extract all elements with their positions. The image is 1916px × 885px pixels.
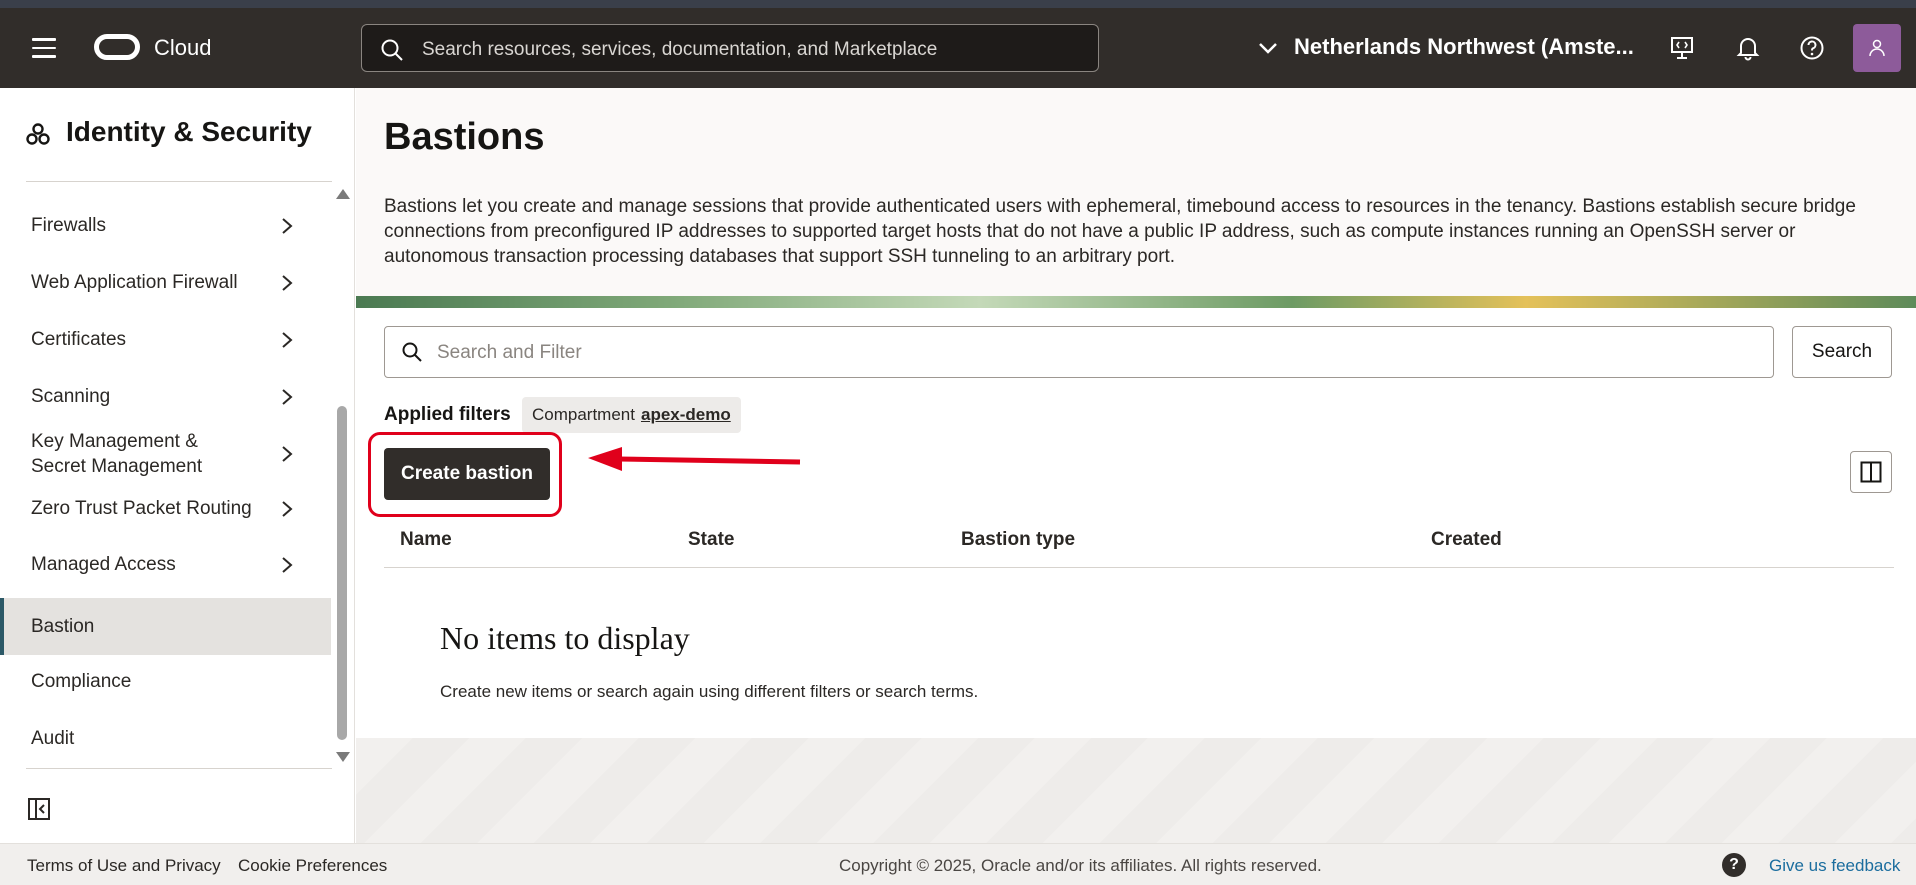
sidebar-item-web-application-firewall[interactable]: Web Application Firewall <box>0 257 331 309</box>
sidebar-item-label: Audit <box>31 728 75 749</box>
column-header-bastion-type[interactable]: Bastion type <box>961 529 1075 551</box>
top-header: Cloud Search resources, services, docume… <box>0 8 1916 88</box>
chevron-right-icon <box>282 332 293 348</box>
sidebar-item-certificates[interactable]: Certificates <box>0 314 331 366</box>
help-circle-icon[interactable]: ? <box>1722 853 1746 877</box>
sidebar-item-compliance[interactable]: Compliance <box>0 656 331 708</box>
empty-state-title: No items to display <box>440 620 690 656</box>
filter-chip-value[interactable]: apex-demo <box>641 405 731 425</box>
decorative-background <box>356 738 1916 843</box>
chevron-right-icon <box>282 389 293 405</box>
sidebar-item-label: Certificates <box>31 329 127 350</box>
applied-filters-label: Applied filters <box>384 404 511 425</box>
column-header-created[interactable]: Created <box>1431 529 1502 551</box>
cookie-preferences-link[interactable]: Cookie Preferences <box>238 856 387 876</box>
chevron-right-icon <box>282 557 293 573</box>
chevron-right-icon <box>282 501 293 517</box>
collapse-sidebar-icon[interactable] <box>28 798 50 820</box>
search-icon <box>381 39 403 61</box>
sidebar-scrollbar[interactable] <box>337 406 347 740</box>
page-title: Bastions <box>384 116 545 158</box>
search-filter-input[interactable]: Search and Filter <box>384 326 1774 378</box>
sidebar-divider <box>26 181 332 182</box>
filter-chip-compartment[interactable]: Compartment apex-demo <box>522 397 741 433</box>
page-description: Bastions let you create and manage sessi… <box>384 196 1856 267</box>
sidebar-item-label: Compliance <box>31 671 132 692</box>
sidebar-divider <box>26 768 332 769</box>
table-header: Name State Bastion type Created <box>384 508 1894 568</box>
sidebar-item-label: Zero Trust Packet Routing <box>31 498 252 519</box>
bell-icon[interactable] <box>1732 32 1764 64</box>
sidebar-item-bastion[interactable]: Bastion <box>0 598 331 655</box>
chevron-right-icon <box>282 275 293 291</box>
sidebar-item-firewalls[interactable]: Firewalls <box>0 200 331 252</box>
columns-icon <box>1860 461 1882 483</box>
sidebar-item-label: Bastion <box>31 615 95 637</box>
sidebar-item-label: Key Management & Secret Management <box>31 431 203 477</box>
sidebar-item-label: Managed Access <box>31 554 176 575</box>
menu-icon[interactable] <box>32 38 58 58</box>
main-content: Bastions Bastions let you create and man… <box>356 88 1916 843</box>
user-avatar-icon[interactable] <box>1853 24 1901 72</box>
developer-tools-icon[interactable] <box>1666 32 1698 64</box>
column-header-name[interactable]: Name <box>400 529 452 551</box>
search-button[interactable]: Search <box>1792 326 1892 378</box>
scroll-down-arrow[interactable] <box>336 752 350 762</box>
scroll-up-arrow[interactable] <box>336 189 350 199</box>
region-selector[interactable]: Netherlands Northwest (Amste... <box>1294 34 1634 60</box>
search-icon <box>402 342 422 362</box>
sidebar-item-label: Scanning <box>31 386 111 407</box>
filter-chip-key: Compartment <box>532 405 635 424</box>
terms-link[interactable]: Terms of Use and Privacy <box>27 856 221 876</box>
list-panel: Search and Filter Search Applied filters… <box>356 308 1916 738</box>
sidebar-item-audit[interactable]: Audit <box>0 713 331 765</box>
identity-security-icon <box>26 123 50 145</box>
column-header-state[interactable]: State <box>688 529 734 551</box>
oracle-logo[interactable] <box>94 34 140 60</box>
decorative-banner <box>356 296 1916 308</box>
global-search-placeholder: Search resources, services, documentatio… <box>422 39 938 60</box>
chevron-right-icon <box>282 446 293 462</box>
chevron-right-icon <box>282 218 293 234</box>
chevron-down-icon[interactable] <box>1258 42 1278 54</box>
empty-state-subtitle: Create new items or search again using d… <box>440 682 979 701</box>
search-filter-placeholder: Search and Filter <box>437 342 582 363</box>
create-bastion-button[interactable]: Create bastion <box>384 448 550 500</box>
sidebar-item-label: Web Application Firewall <box>31 272 238 293</box>
column-toggle-button[interactable] <box>1850 451 1892 493</box>
copyright-text: Copyright © 2025, Oracle and/or its affi… <box>839 856 1322 875</box>
browser-top-strip <box>0 0 1916 8</box>
sidebar-item-managed-access[interactable]: Managed Access <box>0 540 331 590</box>
sidebar-title: Identity & Security <box>66 116 312 147</box>
feedback-link[interactable]: Give us feedback <box>1769 856 1900 876</box>
sidebar-item-zero-trust-packet-routing[interactable]: Zero Trust Packet Routing <box>0 484 331 534</box>
annotation-arrow-icon <box>588 447 801 471</box>
global-search-input[interactable]: Search resources, services, documentatio… <box>361 24 1099 72</box>
sidebar: Identity & Security Firewalls Web Applic… <box>0 88 355 843</box>
brand-label[interactable]: Cloud <box>154 35 211 61</box>
sidebar-item-label: Firewalls <box>31 215 106 236</box>
sidebar-item-key-management[interactable]: Key Management & Secret Management <box>0 426 331 482</box>
sidebar-item-scanning[interactable]: Scanning <box>0 371 331 423</box>
footer: Terms of Use and Privacy Cookie Preferen… <box>0 843 1916 885</box>
help-icon[interactable] <box>1796 32 1828 64</box>
